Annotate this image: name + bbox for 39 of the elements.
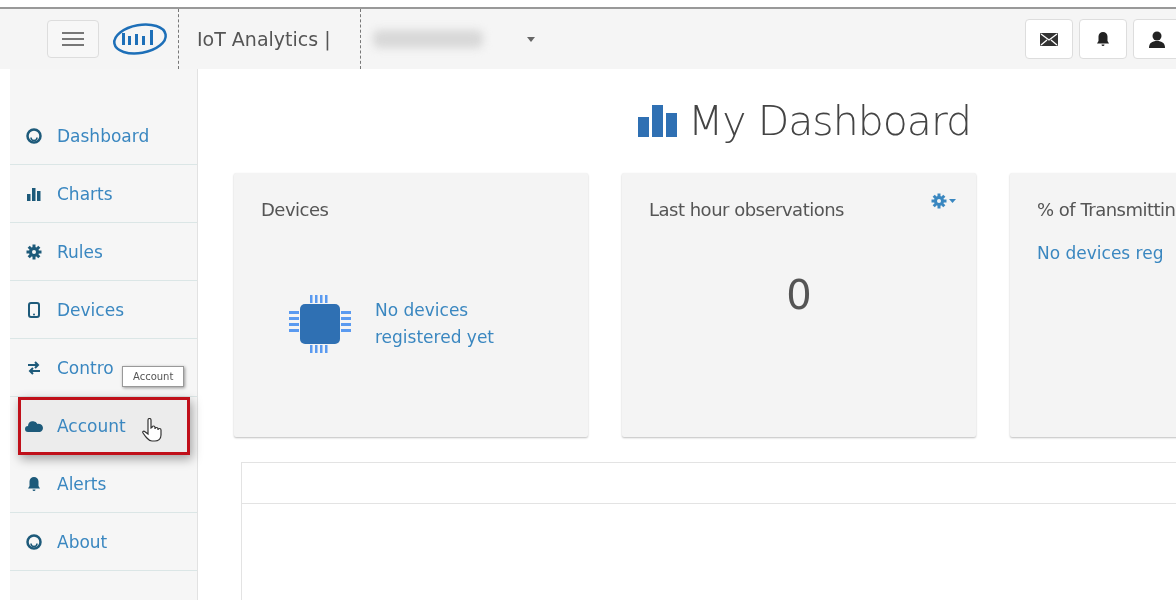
settings-dropdown[interactable] (931, 193, 956, 209)
nav-item[interactable]: Dashboard (10, 107, 197, 165)
bell-icon (27, 475, 41, 492)
user-icon (1149, 30, 1165, 48)
hand-cursor-icon (141, 417, 162, 442)
nav-item[interactable]: Rules (10, 223, 197, 281)
bell-icon (1096, 31, 1110, 47)
notifications-button[interactable] (1079, 19, 1127, 59)
swap-arrows-icon (26, 360, 42, 375)
gauge-icon (26, 533, 42, 550)
phone-icon (26, 301, 42, 318)
nav-item[interactable]: Devices (10, 281, 197, 339)
gauge-icon (26, 127, 42, 144)
settings-icon (931, 193, 947, 209)
mail-icon (1040, 32, 1058, 46)
cloud-icon (25, 419, 43, 432)
card-title: Last hour observations (649, 199, 844, 220)
chip-icon (289, 295, 351, 353)
nav-item[interactable]: Alerts (10, 455, 197, 513)
empty-message: No devices reg (1037, 242, 1165, 265)
caret-icon (527, 36, 535, 42)
page-title: My Dashboard (688, 97, 972, 145)
gear-icon (26, 243, 42, 260)
logo-icon (112, 21, 168, 57)
nav-item[interactable]: About (10, 513, 197, 571)
nav-item[interactable]: Charts (10, 165, 197, 223)
mail-button[interactable] (1025, 19, 1073, 59)
card-title: % of Transmittin (1037, 199, 1176, 220)
bar-chart-icon (638, 105, 680, 137)
observation-count: 0 (785, 272, 813, 318)
tooltip: Account (122, 366, 185, 387)
bar-chart-icon (26, 185, 42, 202)
menu-button[interactable] (47, 20, 99, 58)
card-title: Devices (261, 199, 329, 220)
app-title: IoT Analytics | (197, 28, 331, 50)
caret-icon (949, 199, 956, 203)
user-button[interactable] (1133, 19, 1176, 59)
nav-item[interactable]: Account (18, 397, 190, 455)
empty-message: No devices registered yet (375, 299, 496, 349)
